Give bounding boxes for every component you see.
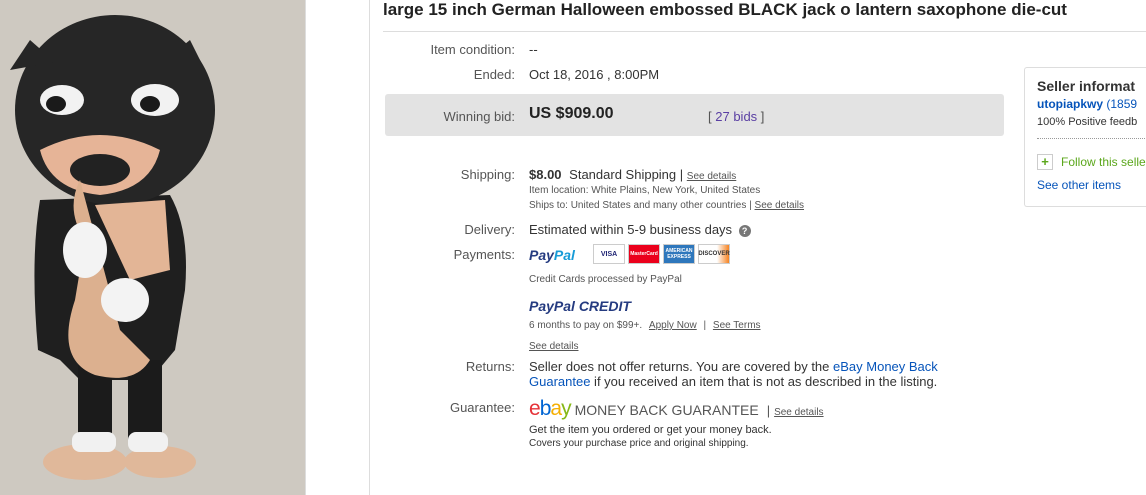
guarantee-text: MONEY BACK GUARANTEE <box>574 402 759 418</box>
money-back-guarantee-logo: ebay MONEY BACK GUARANTEE | See details <box>529 397 824 421</box>
ships-to-label: Ships to: <box>529 200 568 211</box>
paypal-logo: PayPal <box>529 247 575 263</box>
shipping-label: Shipping: <box>460 167 515 182</box>
seller-name-row: utopiapkwy (1859 <box>1037 97 1137 111</box>
bracket-close: ] <box>760 109 765 124</box>
bracket-open: [ <box>708 109 712 124</box>
shipping-cost: $8.00 <box>529 167 562 182</box>
help-icon[interactable]: ? <box>738 225 751 237</box>
ebay-e: e <box>529 397 541 420</box>
winning-bid-label: Winning bid: <box>443 109 515 124</box>
item-title: large 15 inch German Halloween embossed … <box>383 0 1067 19</box>
ebay-logo: ebay <box>529 397 572 421</box>
listing-details: large 15 inch German Halloween embossed … <box>383 0 1146 495</box>
guarantee-line-2: Covers your purchase price and original … <box>529 438 749 449</box>
payments-see-details-link[interactable]: See details <box>529 341 578 352</box>
returns-text: Seller does not offer returns. You are c… <box>529 359 834 374</box>
credit-text: 6 months to pay on $99+. <box>529 320 643 331</box>
condition-label: Item condition: <box>430 42 515 57</box>
title-divider <box>383 31 1146 32</box>
discover-icon: DISCOVER <box>698 244 730 264</box>
delivery-estimate: Estimated within 5-9 business days <box>529 222 733 237</box>
winning-bid-value: US $909.00 <box>529 105 614 122</box>
shipping-method: Standard Shipping <box>569 167 677 182</box>
pipe: | <box>749 200 752 211</box>
delivery-label: Delivery: <box>464 222 515 237</box>
plus-icon: + <box>1037 154 1053 170</box>
item-location-label: Item location: <box>529 185 589 196</box>
returns-text-2: if you received an item that is not as d… <box>590 374 938 389</box>
ebay-a: a <box>550 397 562 420</box>
pipe: | <box>703 320 707 331</box>
seller-score-link[interactable]: (1859 <box>1106 97 1137 111</box>
seller-divider <box>1037 138 1146 139</box>
cards-note: Credit Cards processed by PayPal <box>529 274 682 285</box>
payments-see-details: See details <box>529 337 578 352</box>
bids-link[interactable]: 27 bids <box>715 109 757 124</box>
pipe: | <box>679 167 684 182</box>
returns-label: Returns: <box>465 359 515 374</box>
paypal-pal: Pal <box>553 247 575 263</box>
returns-value: Seller does not offer returns. You are c… <box>529 359 949 389</box>
see-terms-link[interactable]: See Terms <box>713 320 761 331</box>
paypal-credit-logo: PayPal CREDIT <box>529 298 631 314</box>
paypal-pay: Pay <box>529 247 554 263</box>
mastercard-icon: MasterCard <box>628 244 660 264</box>
ended-label: Ended: <box>473 67 515 82</box>
seller-feedback: 100% Positive feedb <box>1037 116 1138 128</box>
see-other-items-link[interactable]: See other items <box>1037 178 1121 192</box>
money-back-link[interactable]: eBay Money Back <box>833 359 938 374</box>
follow-seller[interactable]: + Follow this selle <box>1037 154 1146 170</box>
ebay-b: b <box>539 397 552 420</box>
shipping-value: $8.00 Standard Shipping | See details <box>529 167 736 182</box>
card-logos: VISA MasterCard AMERICAN EXPRESS DISCOVE… <box>593 244 753 266</box>
ended-value: Oct 18, 2016 , 8:00PM <box>529 67 660 82</box>
image-gallery-frame <box>305 0 370 495</box>
item-location-value: White Plains, New York, United States <box>591 185 761 196</box>
product-photo[interactable] <box>0 0 305 495</box>
shipping-see-details-link[interactable]: See details <box>687 171 736 182</box>
visa-icon: VISA <box>593 244 625 264</box>
guarantee-link[interactable]: Guarantee <box>529 374 590 389</box>
follow-label: Follow this selle <box>1061 155 1146 169</box>
paypal-credit-terms: 6 months to pay on $99+. Apply Now | See… <box>529 320 761 331</box>
seller-heading: Seller informat <box>1037 78 1136 94</box>
ebay-y: y <box>561 397 571 420</box>
delivery-value: Estimated within 5-9 business days ? <box>529 222 751 237</box>
guarantee-label: Guarantee: <box>449 400 515 415</box>
condition-value: -- <box>529 42 538 57</box>
ships-to: Ships to: United States and many other c… <box>529 200 804 211</box>
seller-username-link[interactable]: utopiapkwy <box>1037 97 1103 111</box>
ships-see-details-link[interactable]: See details <box>755 200 804 211</box>
item-location: Item location: White Plains, New York, U… <box>529 185 760 196</box>
guarantee-line-1: Get the item you ordered or get your mon… <box>529 424 772 436</box>
amex-icon: AMERICAN EXPRESS <box>663 244 695 264</box>
bids-count: [ 27 bids ] <box>708 109 764 124</box>
product-image <box>0 0 305 495</box>
payments-label: Payments: <box>453 247 515 262</box>
ships-to-value: United States and many other countries <box>570 200 747 211</box>
guarantee-see-details-link[interactable]: See details <box>774 407 823 418</box>
pipe: | <box>766 403 771 418</box>
apply-now-link[interactable]: Apply Now <box>649 320 697 331</box>
seller-info-panel: Seller informat utopiapkwy (1859 100% Po… <box>1024 67 1146 207</box>
